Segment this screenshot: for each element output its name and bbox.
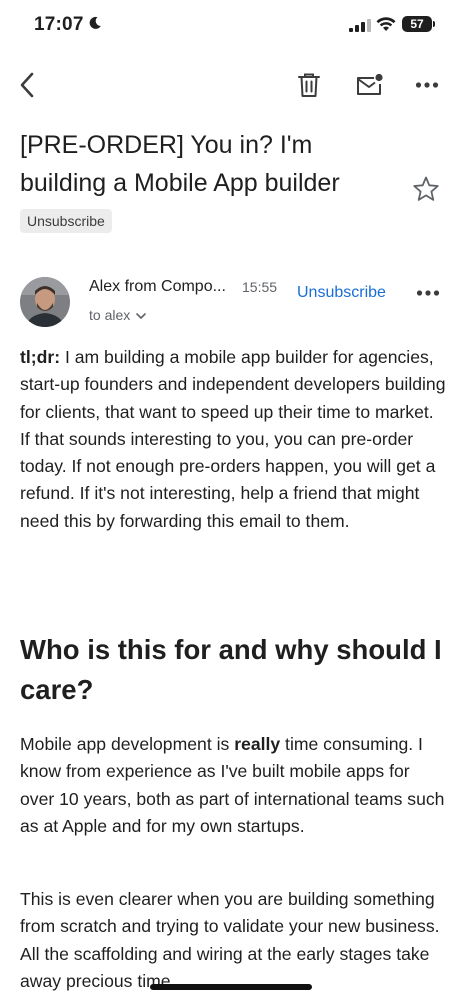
body-paragraph: Mobile app development is really time co… <box>20 731 448 840</box>
email-subject: [PRE-ORDER] You in? I'm building a Mobil… <box>20 131 340 197</box>
status-time: 17:07 <box>34 14 84 35</box>
trash-icon <box>298 73 320 97</box>
signal-icon <box>349 19 371 32</box>
tldr-paragraph: tl;dr: I am building a mobile app builde… <box>20 344 448 535</box>
tldr-text: I am building a mobile app builder for a… <box>20 347 446 531</box>
tldr-label: tl;dr: <box>20 347 61 367</box>
star-icon[interactable] <box>412 175 440 203</box>
label-chip[interactable]: Unsubscribe <box>20 209 112 233</box>
more-horizontal-icon <box>415 82 439 88</box>
section-heading: Who is this for and why should I care? <box>20 634 442 705</box>
home-indicator[interactable] <box>150 984 312 990</box>
p2-text-start: Mobile app development is <box>20 734 235 754</box>
email-body: tl;dr: I am building a mobile app builde… <box>20 344 448 535</box>
recipient-line[interactable]: to alex <box>89 307 130 323</box>
battery-indicator: 57 <box>402 16 432 32</box>
mail-unread-icon <box>357 73 383 95</box>
email-toolbar <box>0 62 462 108</box>
chevron-down-icon[interactable] <box>135 311 147 321</box>
delete-button[interactable] <box>294 70 324 100</box>
avatar-photo <box>20 277 70 327</box>
more-options-button[interactable] <box>412 70 442 100</box>
chevron-left-icon <box>20 72 34 98</box>
unsubscribe-link[interactable]: Unsubscribe <box>297 284 386 302</box>
avatar[interactable] <box>20 277 70 327</box>
wifi-icon <box>376 17 396 31</box>
status-bar: 17:07 57 <box>0 0 462 52</box>
back-button[interactable] <box>12 70 42 100</box>
body-paragraph-2: This is even clearer when you are buildi… <box>20 889 440 991</box>
p2-emphasis: really <box>234 734 281 754</box>
battery-tip <box>433 21 435 27</box>
message-more-button[interactable] <box>414 283 442 303</box>
more-horizontal-icon <box>416 290 440 296</box>
moon-icon <box>89 16 101 29</box>
email-time: 15:55 <box>242 279 278 295</box>
mark-unread-button[interactable] <box>354 70 384 100</box>
sender-name[interactable]: Alex from Compo... <box>89 278 233 296</box>
